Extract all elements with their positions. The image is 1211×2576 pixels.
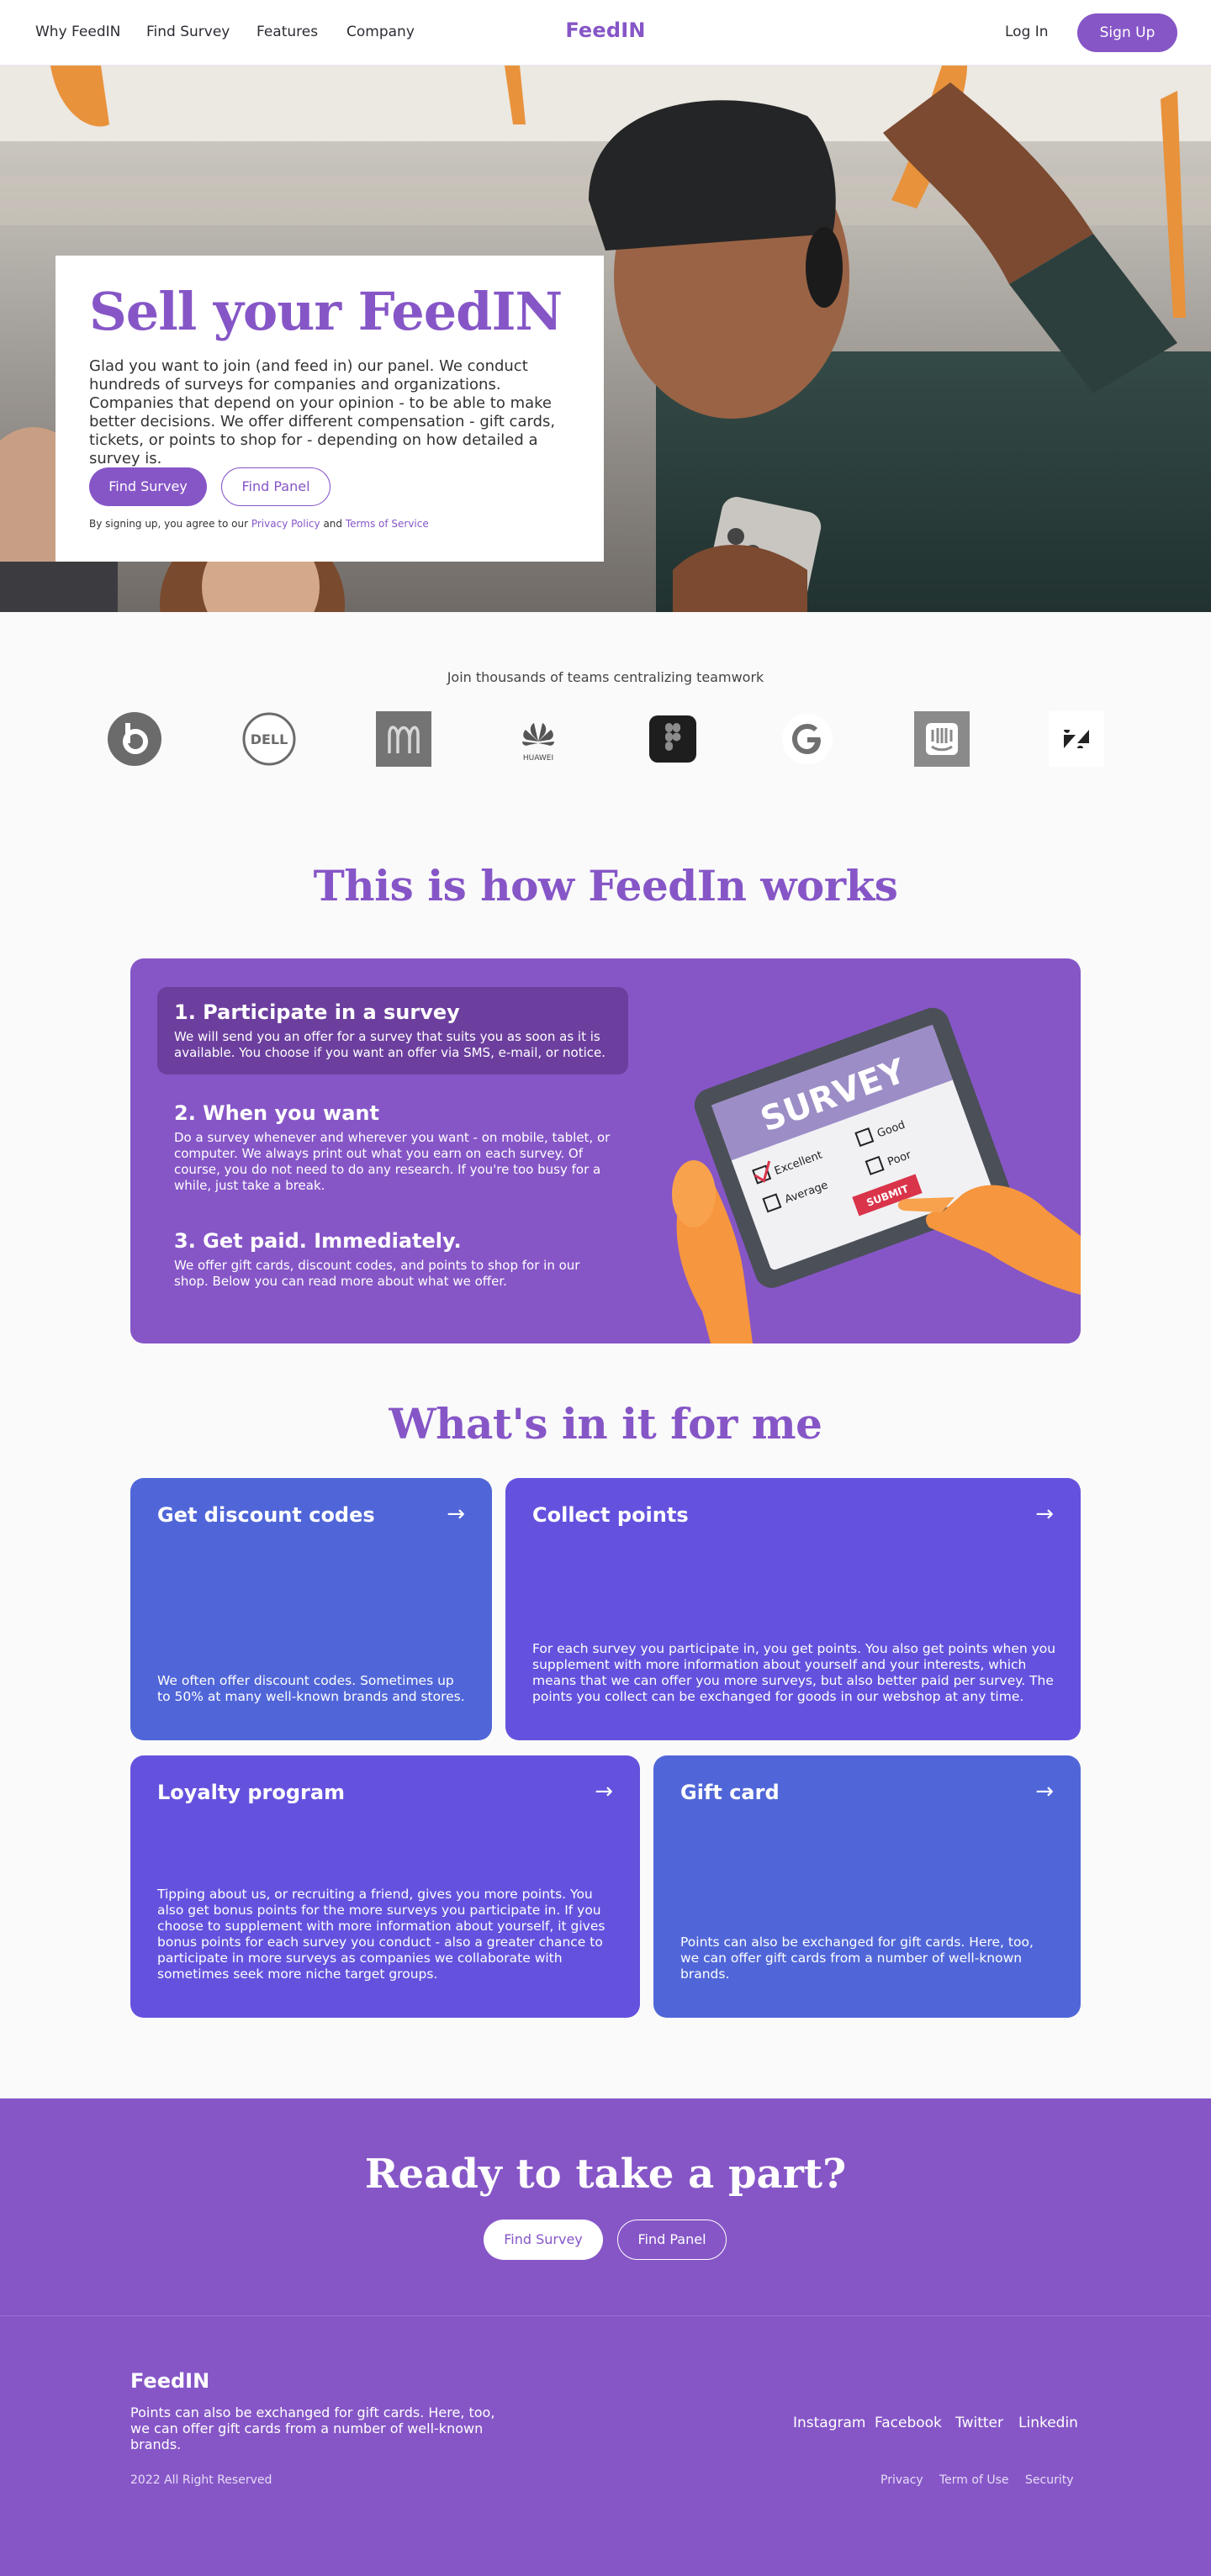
cta-title: Ready to take a part?	[364, 2151, 847, 2198]
card-gift-card[interactable]: Gift card → Points can also be exchanged…	[653, 1755, 1081, 2018]
survey-tablet-illustration: SURVEY Excellent Good Average Poor SUBMI…	[672, 1007, 1081, 1343]
card-collect-points[interactable]: Collect points → For each survey you par…	[505, 1478, 1081, 1740]
dell-logo-text: DELL	[251, 731, 288, 747]
card-title: Gift card	[680, 1781, 780, 1804]
brand-logo[interactable]: FeedIN	[565, 18, 645, 42]
card-text: We often offer discount codes. Sometimes…	[157, 1673, 465, 1704]
zendesk-logo	[1049, 711, 1104, 767]
step-title: 3. Get paid. Immediately.	[174, 1229, 462, 1253]
figma-logo	[649, 715, 696, 763]
footer-link-twitter[interactable]: Twitter	[955, 2415, 1003, 2431]
signup-button[interactable]: Sign Up	[1077, 13, 1177, 52]
arrow-right-icon[interactable]: →	[1035, 1502, 1054, 1527]
footer-link-linkedin[interactable]: Linkedin	[1018, 2415, 1078, 2431]
card-title: Loyalty program	[157, 1781, 346, 1804]
terms-prefix: By signing up, you agree to our	[89, 518, 249, 530]
step-title: 1. Participate in a survey	[174, 1000, 460, 1024]
how-it-works-title: This is how FeedIn works	[313, 861, 898, 911]
arrow-right-icon[interactable]: →	[447, 1502, 465, 1527]
hero-card: Sell your FeedIN Glad you want to join (…	[56, 256, 604, 562]
card-title: Collect points	[532, 1503, 689, 1527]
footer-brand[interactable]: FeedIN	[130, 2369, 209, 2393]
arrow-right-icon[interactable]: →	[595, 1779, 613, 1804]
find-survey-button[interactable]: Find Survey	[89, 467, 207, 506]
card-text: For each survey you participate in, you …	[532, 1641, 1056, 1704]
signup-terms-note: By signing up, you agree to our Privacy …	[89, 518, 429, 530]
footer-link-privacy[interactable]: Privacy	[880, 2473, 923, 2487]
footer-divider	[0, 2315, 1211, 2316]
hero-title: Sell your FeedIN	[89, 281, 563, 342]
dell-logo: DELL	[242, 712, 296, 766]
how-it-works-panel: 1. Participate in a survey We will send …	[130, 958, 1081, 1343]
nav-link-find-survey[interactable]: Find Survey	[146, 24, 230, 40]
nav-link-why-feedin[interactable]: Why FeedIN	[35, 24, 120, 40]
huawei-logo-text: HUAWEI	[523, 754, 553, 763]
cta-find-panel-button[interactable]: Find Panel	[617, 2220, 727, 2260]
card-title: Get discount codes	[157, 1503, 375, 1527]
footer-description: Points can also be exchanged for gift ca…	[130, 2404, 495, 2452]
step-participate[interactable]: 1. Participate in a survey We will send …	[157, 987, 628, 1074]
step-text: Do a survey whenever and wherever you wa…	[174, 1130, 611, 1193]
card-text: Points can also be exchanged for gift ca…	[680, 1935, 1034, 1982]
step-text: We will send you an offer for a survey t…	[174, 1029, 606, 1060]
footer-link-instagram[interactable]: Instagram	[793, 2415, 866, 2431]
card-text: Tipping about us, or recruiting a friend…	[157, 1887, 606, 1982]
terms-of-service-link[interactable]: Terms of Service	[346, 518, 429, 530]
card-loyalty-program[interactable]: Loyalty program → Tipping about us, or r…	[130, 1755, 640, 2018]
beats-logo	[108, 712, 161, 766]
google-logo	[782, 714, 833, 764]
footer-link-terms[interactable]: Term of Use	[939, 2473, 1008, 2487]
intercom-logo	[914, 711, 970, 767]
logos-caption: Join thousands of teams centralizing tea…	[447, 669, 764, 685]
card-discount-codes[interactable]: Get discount codes → We often offer disc…	[130, 1478, 492, 1740]
benefits-title: What's in it for me	[389, 1399, 822, 1449]
footer-link-security[interactable]: Security	[1025, 2473, 1074, 2487]
login-link[interactable]: Log In	[1005, 24, 1049, 40]
cta-find-survey-button[interactable]: Find Survey	[484, 2220, 603, 2260]
mcdonalds-logo	[376, 711, 431, 767]
footer-copyright: 2022 All Right Reserved	[130, 2473, 272, 2487]
huawei-logo: HUAWEI	[522, 723, 554, 763]
step-get-paid[interactable]: 3. Get paid. Immediately. We offer gift …	[157, 1216, 628, 1303]
terms-and: and	[323, 518, 343, 530]
step-when-you-want[interactable]: 2. When you want Do a survey whenever an…	[157, 1088, 628, 1207]
find-panel-button[interactable]: Find Panel	[221, 467, 331, 506]
cta-footer-section: Ready to take a part? Find Survey Find P…	[0, 2098, 1211, 2576]
arrow-right-icon[interactable]: →	[1035, 1779, 1054, 1804]
footer-link-facebook[interactable]: Facebook	[875, 2415, 942, 2431]
nav-link-features[interactable]: Features	[256, 24, 318, 40]
privacy-policy-link[interactable]: Privacy Policy	[251, 518, 320, 530]
nav-link-company[interactable]: Company	[346, 24, 415, 40]
step-title: 2. When you want	[174, 1101, 379, 1125]
hero-section: Sell your FeedIN Glad you want to join (…	[0, 66, 1211, 612]
hero-description: Glad you want to join (and feed in) our …	[89, 357, 556, 468]
top-navigation: Why FeedIN Find Survey Features Company …	[0, 0, 1211, 66]
step-text: We offer gift cards, discount codes, and…	[174, 1258, 580, 1289]
